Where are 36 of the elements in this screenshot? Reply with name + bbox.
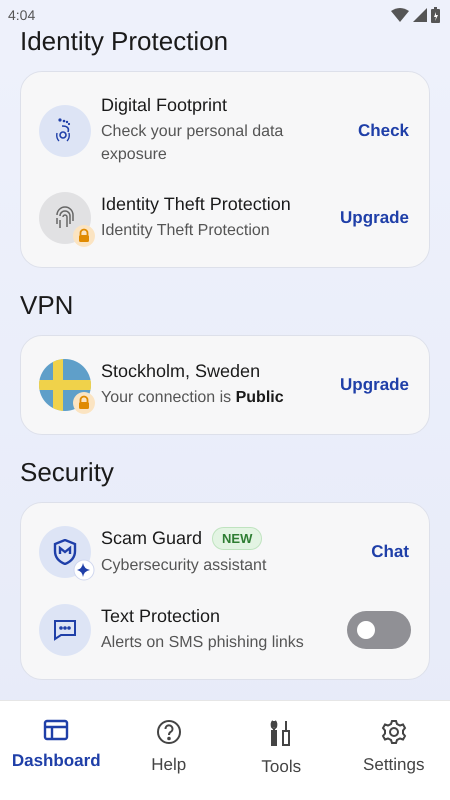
item-subtitle: Check your personal data exposure xyxy=(101,122,284,166)
dashboard-icon xyxy=(43,719,70,741)
item-title: Stockholm, Sweden xyxy=(101,361,260,382)
item-title: Identity Theft Protection xyxy=(101,194,291,216)
battery-icon xyxy=(431,7,440,23)
nav-tab[interactable]: Tools xyxy=(231,719,332,777)
tools-icon xyxy=(270,719,292,747)
nav-tab[interactable]: Help xyxy=(118,719,219,775)
item-subtitle: Identity Theft Protection xyxy=(101,221,271,242)
signal-icon xyxy=(413,8,427,22)
action-link[interactable]: Upgrade xyxy=(338,202,411,234)
item-subtitle: Cybersecurity assistant xyxy=(101,556,268,576)
action-link[interactable]: Upgrade xyxy=(338,369,411,402)
chat-link[interactable]: Chat xyxy=(369,536,411,568)
lock-icon xyxy=(73,392,95,414)
lock-icon xyxy=(73,225,95,248)
item-title: Text Protection xyxy=(101,606,220,628)
new-badge: NEW xyxy=(212,527,262,550)
chat-link[interactable]: Check xyxy=(356,114,411,147)
nav-tab[interactable]: Dashboard xyxy=(6,719,106,771)
sparkle-icon xyxy=(73,559,95,582)
nav-tab[interactable]: Settings xyxy=(344,719,444,775)
item-subtitle: Alerts on SMS phishing links xyxy=(101,633,305,654)
status-time: 4:04 xyxy=(8,7,36,23)
shield-icon xyxy=(53,539,77,566)
help-icon xyxy=(156,719,182,745)
item-title: Scam Guard xyxy=(101,528,202,550)
toggle-switch[interactable] xyxy=(347,611,411,650)
settings-icon xyxy=(380,719,407,745)
section-heading: Identity Protection xyxy=(20,26,230,57)
item-title: Digital Footprint xyxy=(101,95,228,116)
item-subtitle: Your connection is Public xyxy=(101,388,285,408)
wifi-icon xyxy=(391,8,409,22)
section-heading: VPN xyxy=(20,290,74,322)
section-heading: Security xyxy=(20,457,115,488)
message-icon xyxy=(53,619,77,642)
